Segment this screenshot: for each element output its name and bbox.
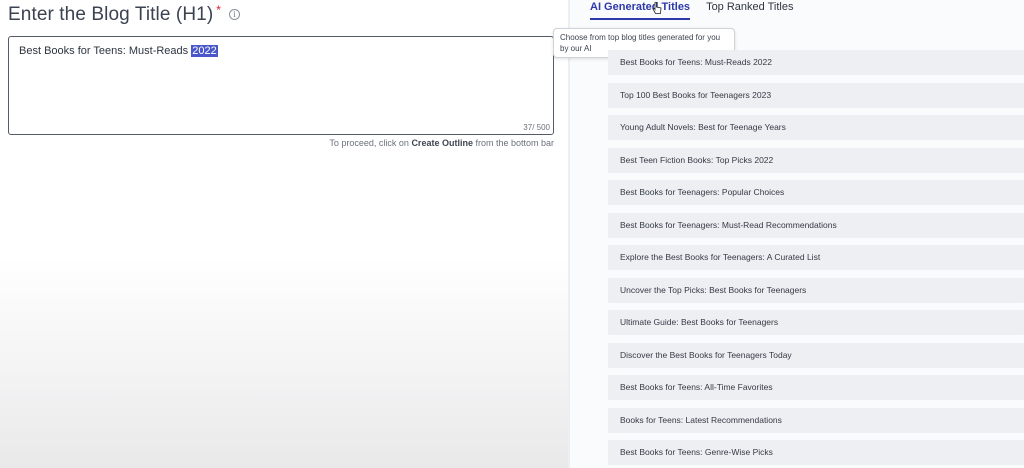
- create-outline-link: Create Outline: [411, 138, 473, 148]
- suggested-title-item[interactable]: Explore the Best Books for Teenagers: A …: [608, 245, 1024, 270]
- suggested-title-item[interactable]: Books for Teens: Latest Recommendations: [608, 407, 1024, 433]
- suggested-title-item[interactable]: Ultimate Guide: Best Books for Teenagers: [608, 310, 1024, 335]
- blog-title-value[interactable]: Best Books for Teens: Must-Reads 2022: [19, 45, 218, 57]
- suggestion-tabs: AI Generated Titles Top Ranked Titles Ch…: [553, 0, 810, 58]
- tab-top-ranked-titles[interactable]: Top Ranked Titles: [706, 0, 793, 20]
- blog-title-text: Best Books for Teens: Must-Reads: [19, 45, 192, 57]
- suggested-title-item[interactable]: Best Books for Teens: Must-Reads 2022: [608, 50, 1024, 75]
- info-icon[interactable]: i: [229, 9, 240, 20]
- suggested-title-item[interactable]: Young Adult Novels: Best for Teenage Yea…: [608, 115, 1024, 140]
- suggested-title-item[interactable]: Best Books for Teenagers: Must-Read Reco…: [608, 212, 1024, 238]
- title-heading-row: Enter the Blog Title (H1) *: [8, 2, 221, 30]
- suggested-title-item[interactable]: Best Books for Teens: All-Time Favorites: [608, 375, 1024, 400]
- hint-suffix: from the bottom bar: [472, 138, 554, 148]
- page-title: Enter the Blog Title (H1): [8, 4, 214, 25]
- suggested-title-item[interactable]: Discover the Best Books for Teenagers To…: [608, 342, 1024, 368]
- suggested-titles-list: Best Books for Teens: Must-Reads 2022 Top…: [608, 50, 1024, 468]
- title-editor-panel: Enter the Blog Title (H1) * i Best Books…: [0, 0, 568, 468]
- title-suggestions-panel: AI Generated Titles Top Ranked Titles Ch…: [553, 0, 1024, 468]
- hint-prefix: To proceed, click on: [329, 138, 412, 148]
- suggested-title-item[interactable]: Best Teen Fiction Books: Top Picks 2022: [608, 147, 1024, 173]
- selected-text: 2022: [191, 45, 218, 57]
- suggested-title-item[interactable]: Top 100 Best Books for Teenagers 2023: [608, 82, 1024, 108]
- suggested-title-item[interactable]: Best Books for Teenagers: Popular Choice…: [608, 180, 1024, 205]
- character-counter: 37/ 500: [523, 123, 550, 132]
- blog-title-input[interactable]: Best Books for Teens: Must-Reads 2022 37…: [8, 36, 554, 135]
- suggested-title-item[interactable]: Best Books for Teens: Genre-Wise Picks: [608, 440, 1024, 465]
- tab-ai-generated-titles[interactable]: AI Generated Titles: [590, 0, 691, 20]
- proceed-hint: To proceed, click on Create Outline from…: [329, 138, 554, 148]
- suggested-title-item[interactable]: Uncover the Top Picks: Best Books for Te…: [608, 277, 1024, 303]
- required-marker: *: [216, 3, 221, 17]
- pointer-cursor-icon: [652, 2, 662, 14]
